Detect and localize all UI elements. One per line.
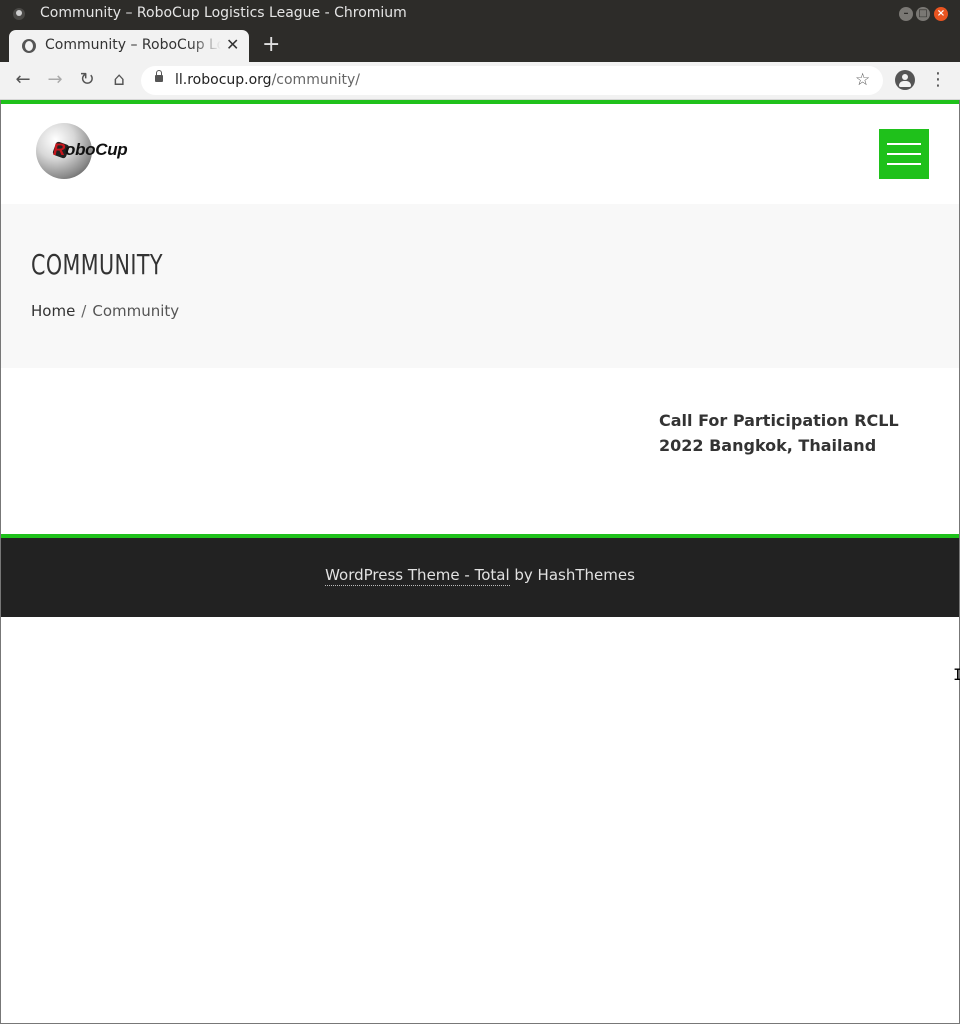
browser-tab[interactable]: Community – RoboCup Logistics League ✕	[9, 30, 249, 62]
breadcrumb-home-link[interactable]: Home	[31, 302, 75, 320]
url-path: /community/	[271, 72, 360, 88]
hamburger-menu-button[interactable]	[879, 129, 929, 179]
browser-toolbar: ← → ↻ ⌂ ll.robocup.org/community/ ☆ ⋮	[0, 62, 960, 100]
web-page: RoboCup COMMUNITY Home / Community Call Fo…	[1, 100, 959, 1023]
close-icon[interactable]: ×	[934, 7, 948, 21]
reload-icon[interactable]: ↻	[75, 68, 99, 92]
hamburger-line	[887, 143, 921, 145]
breadcrumb: Home / Community	[31, 302, 179, 320]
url-text[interactable]: ll.robocup.org/community/	[175, 72, 360, 88]
profile-avatar-icon[interactable]	[895, 70, 915, 90]
recent-post-link[interactable]: Call For Participation RCLL 2022 Bangkok…	[659, 408, 929, 458]
lock-icon[interactable]	[155, 70, 163, 82]
page-banner: COMMUNITY Home / Community	[1, 204, 959, 368]
window-title: Community – RoboCup Logistics League - C…	[40, 5, 407, 21]
breadcrumb-current: Community	[92, 302, 180, 320]
hamburger-line	[887, 163, 921, 165]
browser-menu-icon[interactable]: ⋮	[929, 68, 947, 92]
bookmark-star-icon[interactable]: ☆	[855, 70, 870, 90]
maximize-icon[interactable]: □	[916, 7, 930, 21]
footer-theme-link[interactable]: WordPress Theme - Total	[325, 566, 510, 586]
minimize-icon[interactable]: –	[899, 7, 913, 21]
logo-wordmark: RoboCup	[53, 140, 128, 159]
footer-by-text[interactable]: by HashThemes	[510, 566, 635, 584]
tab-strip: Community – RoboCup Logistics League ✕ +	[0, 28, 960, 62]
url-host: ll.robocup.org	[175, 72, 272, 88]
robocup-logo[interactable]: RoboCup	[36, 123, 141, 181]
globe-icon	[22, 39, 36, 53]
breadcrumb-separator: /	[81, 302, 87, 320]
window-titlebar: Community – RoboCup Logistics League - C…	[0, 0, 960, 28]
page-title: COMMUNITY	[31, 248, 163, 281]
footer-credits: WordPress Theme - Total by HashThemes	[1, 566, 959, 586]
site-footer: WordPress Theme - Total by HashThemes	[1, 534, 959, 617]
chromium-app-icon	[13, 8, 25, 20]
new-tab-button[interactable]: +	[262, 32, 280, 57]
text-cursor-icon: I	[953, 665, 960, 684]
tab-close-icon[interactable]: ✕	[226, 35, 239, 54]
tab-title: Community – RoboCup Logistics League	[45, 37, 221, 53]
home-icon[interactable]: ⌂	[107, 68, 131, 92]
back-arrow-icon[interactable]: ←	[11, 68, 35, 92]
address-bar[interactable]: ll.robocup.org/community/ ☆	[141, 66, 883, 95]
hamburger-line	[887, 153, 921, 155]
main-content: Call For Participation RCLL 2022 Bangkok…	[1, 368, 959, 534]
window-border-left	[0, 100, 1, 1024]
forward-arrow-icon[interactable]: →	[43, 68, 67, 92]
site-header: RoboCup	[1, 104, 959, 204]
